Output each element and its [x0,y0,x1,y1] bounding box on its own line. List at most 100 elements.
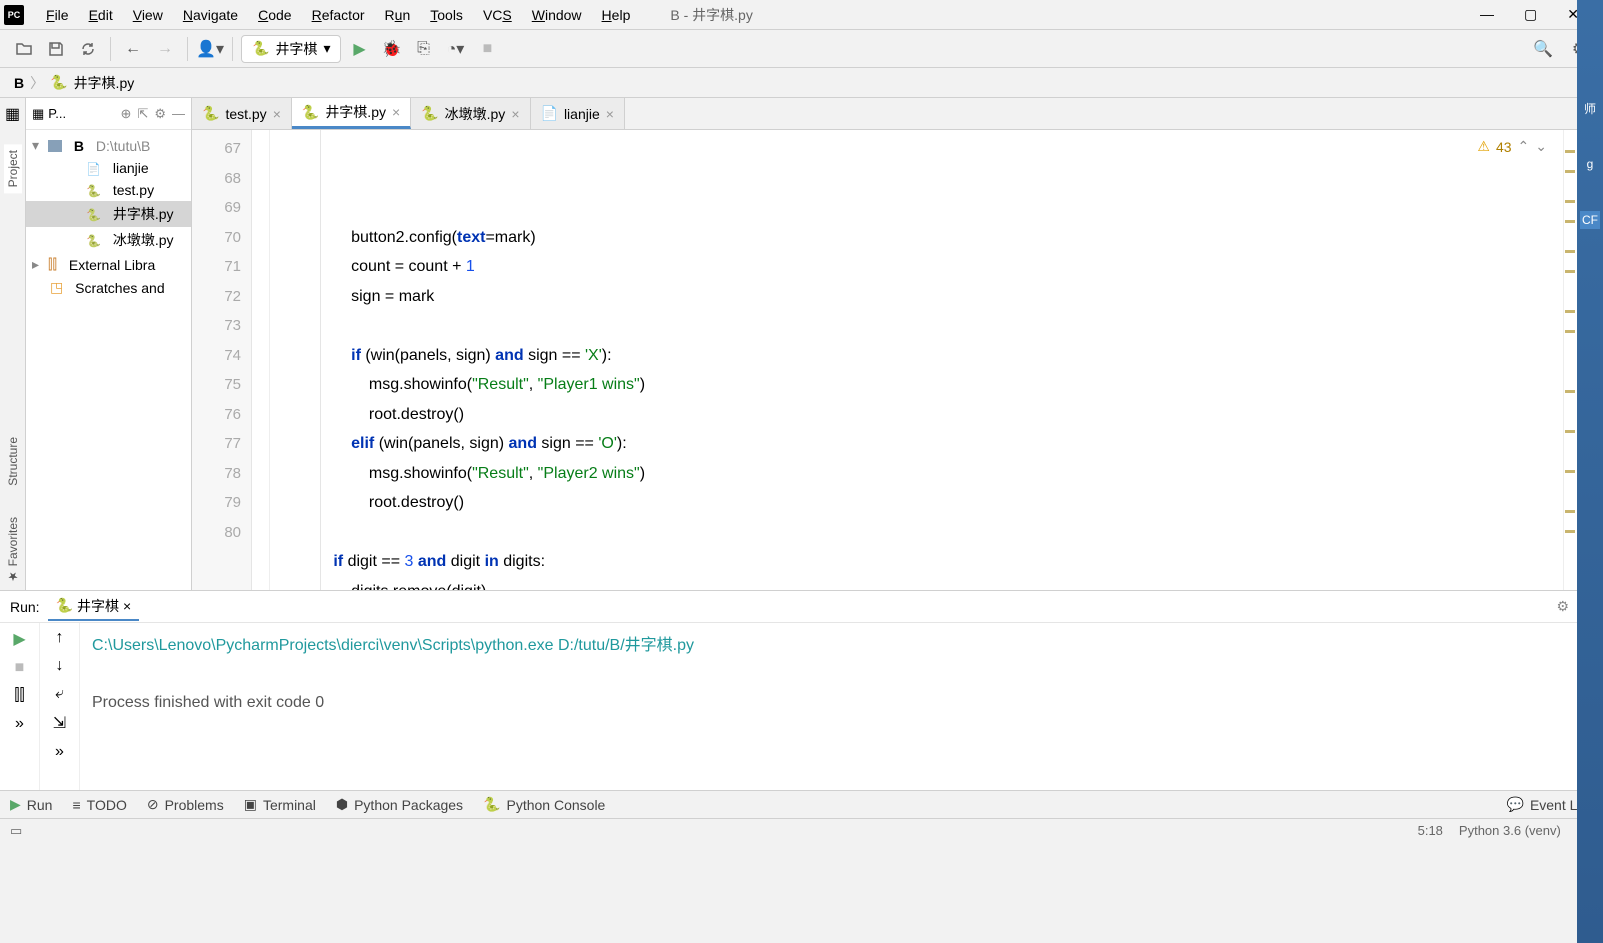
hide-icon[interactable]: — [172,106,185,122]
status-icon[interactable]: ▭ [10,823,22,839]
editor-tab[interactable]: 🐍 test.py × [192,98,292,129]
close-icon[interactable]: × [511,106,519,122]
tree-file-tictactoe[interactable]: 井字棋.py [26,201,191,227]
project-toolwindow-icon[interactable]: ▦ [5,104,20,124]
tab-structure[interactable]: Structure [4,431,22,492]
tab-favorites[interactable]: ★ Favorites [4,511,22,590]
menu-code[interactable]: Code [248,3,301,27]
project-header-label: P... [48,106,66,121]
menu-navigate[interactable]: Navigate [173,3,248,27]
settings-icon[interactable]: ⚙ [154,106,166,122]
down-icon[interactable]: ↓ [56,657,64,675]
close-icon[interactable]: × [606,106,614,122]
interpreter[interactable]: Python 3.6 (venv) [1459,823,1561,839]
tree-file-bingdundun[interactable]: 冰墩墩.py [26,227,191,253]
menu-refactor[interactable]: Refactor [302,3,375,27]
open-icon[interactable] [10,35,38,63]
project-tree: ▾ B D:\tutu\B lianjie test.py 井字棋.py 冰墩墩… [26,130,191,590]
status-bar: ▭ 5:18 Python 3.6 (venv) 🔓 [0,818,1603,842]
stop-icon[interactable]: ■ [15,659,25,677]
tab-packages[interactable]: ⬢Python Packages [336,796,463,813]
window-title: B - 井字棋.py [670,5,752,25]
cursor-position[interactable]: 5:18 [1418,823,1443,839]
tree-root[interactable]: ▾ B D:\tutu\B [26,134,191,157]
minimize-icon[interactable]: — [1480,6,1494,23]
python-icon: 🐍 [421,105,438,122]
tab-run[interactable]: ▶Run [10,796,52,813]
sync-icon[interactable] [74,35,102,63]
close-icon[interactable]: × [273,106,281,122]
menu-edit[interactable]: Edit [79,3,123,27]
debug-icon[interactable]: 🐞 [377,35,405,63]
wrap-icon[interactable]: ⤶ [55,685,64,703]
profile-icon[interactable]: ◔▾ [441,35,469,63]
breadcrumb-file[interactable]: 井字棋.py [74,73,135,93]
run-icon[interactable]: ▶ [345,35,373,63]
editor-tab[interactable]: 🐍井字棋.py× [292,98,411,129]
python-icon: 🐍 [302,104,319,121]
tree-scratches[interactable]: ◳ Scratches and [26,276,191,299]
menu-file[interactable]: File [36,3,79,27]
search-icon[interactable]: 🔍 [1529,35,1557,63]
breadcrumb-root[interactable]: B [14,75,24,91]
prev-icon[interactable]: ⌃ [1518,138,1530,155]
menu-vcs[interactable]: VCS [473,3,522,27]
close-icon[interactable]: × [392,104,400,120]
save-icon[interactable] [42,35,70,63]
more-icon[interactable]: » [55,743,64,761]
tree-file-test[interactable]: test.py [26,179,191,201]
layout-icon[interactable]: ⫿⫿ [14,687,24,705]
close-icon[interactable]: × [123,598,131,614]
coverage-icon[interactable]: ⎘ [409,35,437,63]
tab-terminal[interactable]: ▣Terminal [244,796,316,813]
collapse-icon[interactable]: ⇱ [137,106,148,122]
run-output-path: C:\Users\Lenovo\PycharmProjects\dierci\v… [92,637,694,654]
tab-console[interactable]: 🐍Python Console [483,796,605,813]
tab-todo[interactable]: ≡TODO [72,797,126,813]
stop-icon[interactable]: ■ [473,35,501,63]
user-dropdown-icon[interactable]: 👤▾ [196,35,224,63]
target-icon[interactable]: ⊕ [121,106,132,122]
maximize-icon[interactable]: ▢ [1524,6,1537,23]
up-icon[interactable]: ↑ [56,629,64,647]
tree-external-libs[interactable]: ▸⫿⫿ External Libra [26,253,191,276]
menu-tools[interactable]: Tools [420,3,473,27]
editor-tabs: 🐍test.py×🐍井字棋.py×🐍冰墩墩.py×📄lianjie× [192,98,1577,130]
file-icon: 📄 [541,105,558,122]
editor-tab[interactable]: 🐍冰墩墩.py× [411,98,530,129]
code-editor[interactable]: button2.config(text=mark) count = count … [270,130,1563,590]
run-tab-label: 井字棋 [77,596,119,616]
menu-view[interactable]: View [123,3,173,27]
desktop-taskbar-sliver: 师gCF [1577,0,1603,943]
fold-gutter [252,130,270,590]
tab-project[interactable]: Project [4,144,22,193]
gear-icon[interactable]: ⚙ [1556,598,1569,615]
tab-label: lianjie [564,106,600,122]
menu-run[interactable]: Run [375,3,421,27]
python-icon: 🐍 [252,40,269,57]
tab-problems[interactable]: ⊘Problems [147,796,224,813]
tree-file-lianjie[interactable]: lianjie [26,157,191,179]
run-label: Run: [10,599,40,615]
menu-help[interactable]: Help [592,3,641,27]
run-output[interactable]: C:\Users\Lenovo\PycharmProjects\dierci\v… [80,623,1603,790]
run-tab[interactable]: 🐍 井字棋 × [48,593,140,621]
python-icon: 🐍 [202,105,219,122]
tab-label: test.py [225,106,266,122]
run-output-result: Process finished with exit code 0 [92,694,324,711]
forward-icon[interactable]: → [151,35,179,63]
next-icon[interactable]: ⌄ [1535,138,1547,155]
bottom-tool-tabs: ▶Run ≡TODO ⊘Problems ▣Terminal ⬢Python P… [0,790,1603,818]
editor-tab[interactable]: 📄 lianjie × [531,98,625,129]
warning-icon: ⚠ [1477,138,1490,155]
warning-count: 43 [1496,139,1512,155]
more-icon[interactable]: » [15,715,24,733]
project-panel: ▦P... ⊕ ⇱ ⚙ — ▾ B D:\tutu\B lianjie test… [26,98,192,590]
run-config-selector[interactable]: 🐍 井字棋 ▾ [241,35,341,63]
marker-bar[interactable] [1563,130,1577,590]
back-icon[interactable]: ← [119,35,147,63]
scroll-icon[interactable]: ⇲ [53,713,66,733]
menu-window[interactable]: Window [522,3,592,27]
inspection-widget[interactable]: ⚠ 43 ⌃ ⌄ [1477,138,1547,155]
rerun-icon[interactable]: ▶ [13,629,25,649]
